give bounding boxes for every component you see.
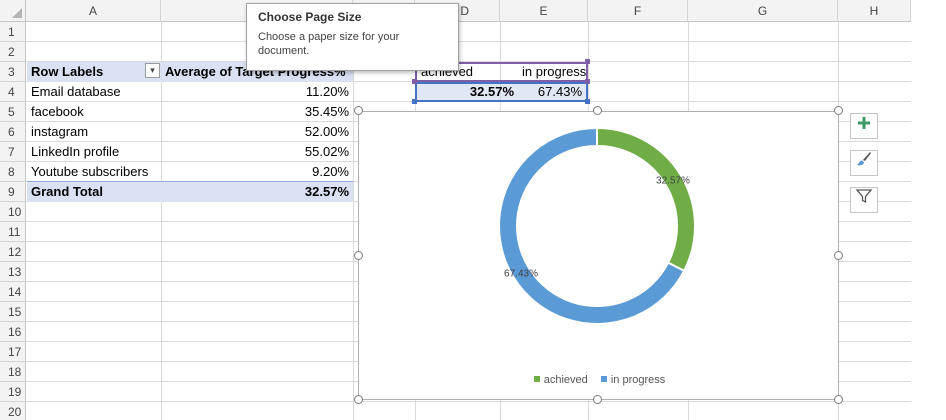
chart-resize-handle[interactable] (834, 106, 843, 115)
pivot-item-label[interactable]: Email database (27, 82, 161, 102)
chart-resize-handle[interactable] (354, 251, 363, 260)
row-header[interactable]: 1 (0, 22, 26, 42)
chart-resize-handle[interactable] (834, 251, 843, 260)
row-header[interactable]: 20 (0, 402, 26, 420)
row-header[interactable]: 19 (0, 382, 26, 402)
select-all-corner[interactable] (0, 0, 26, 22)
chart-legend[interactable]: achieved in progress (359, 374, 840, 386)
row-header[interactable]: 17 (0, 342, 26, 362)
pivot-item-value[interactable]: 9.20% (161, 162, 353, 182)
chart-resize-handle[interactable] (354, 106, 363, 115)
pivot-item-value[interactable]: 35.45% (161, 102, 353, 122)
pivot-item-label[interactable]: LinkedIn profile (27, 142, 161, 162)
row-header[interactable]: 3 (0, 62, 26, 82)
pivot-item-value[interactable]: 52.00% (161, 122, 353, 142)
column-header-f[interactable]: F (588, 0, 688, 22)
row-header[interactable]: 11 (0, 222, 26, 242)
in-progress-header-cell[interactable]: in progress (518, 62, 586, 82)
legend-entry-in-progress[interactable]: in progress (600, 374, 665, 386)
row-header[interactable]: 15 (0, 302, 26, 322)
pivot-filter-dropdown[interactable]: ▾ (145, 63, 160, 78)
page-size-tooltip: Choose Page Size Choose a paper size for… (246, 3, 459, 71)
pivot-row-labels-header[interactable]: Row Labels (27, 62, 161, 82)
tooltip-title: Choose Page Size (258, 10, 362, 24)
spreadsheet-grid[interactable]: A B C D E F G H 123456789101112131415161… (0, 0, 946, 420)
pivot-item-label[interactable]: facebook (27, 102, 161, 122)
chart-resize-handle[interactable] (354, 395, 363, 404)
funnel-icon (855, 189, 873, 204)
brush-icon (857, 152, 871, 166)
in-progress-value-cell[interactable]: 67.43% (518, 82, 586, 102)
row-header[interactable]: 10 (0, 202, 26, 222)
column-header-e[interactable]: E (500, 0, 588, 22)
tooltip-body: Choose a paper size for your document. (258, 31, 400, 57)
row-header[interactable]: 9 (0, 182, 26, 202)
data-label-in-progress[interactable]: 67.43% (504, 268, 538, 279)
row-header[interactable]: 6 (0, 122, 26, 142)
chart-resize-handle[interactable] (593, 395, 602, 404)
plus-icon (858, 117, 870, 129)
chart-resize-handle[interactable] (593, 106, 602, 115)
pivot-item-value[interactable]: 11.20% (161, 82, 353, 102)
row-header[interactable]: 12 (0, 242, 26, 262)
row-header[interactable]: 13 (0, 262, 26, 282)
doughnut-chart[interactable]: 32.57% 67.43% achieved in progress (358, 111, 839, 400)
chart-styles-button[interactable] (850, 150, 878, 176)
pivot-item-value[interactable]: 55.02% (161, 142, 353, 162)
achieved-value-cell[interactable]: 32.57% (417, 82, 518, 102)
chart-elements-button[interactable] (850, 113, 878, 139)
column-header-a[interactable]: A (26, 0, 161, 22)
chart-filters-button[interactable] (850, 187, 878, 213)
data-label-achieved[interactable]: 32.57% (656, 176, 690, 187)
row-header[interactable]: 8 (0, 162, 26, 182)
pivot-grand-total-label[interactable]: Grand Total (27, 182, 161, 202)
column-header-g[interactable]: G (688, 0, 838, 22)
row-header[interactable]: 18 (0, 362, 26, 382)
pivot-item-label[interactable]: instagram (27, 122, 161, 142)
row-header[interactable]: 5 (0, 102, 26, 122)
row-header[interactable]: 16 (0, 322, 26, 342)
column-header-h[interactable]: H (838, 0, 911, 22)
row-header[interactable]: 7 (0, 142, 26, 162)
row-header[interactable]: 2 (0, 42, 26, 62)
pivot-grand-total-value[interactable]: 32.57% (161, 182, 353, 202)
chart-resize-handle[interactable] (834, 395, 843, 404)
pivot-item-label[interactable]: Youtube subscribers (27, 162, 161, 182)
legend-entry-achieved[interactable]: achieved (533, 374, 588, 386)
doughnut-slice-achieved[interactable] (596, 126, 696, 273)
doughnut-chart-plot[interactable]: 32.57% 67.43% (359, 112, 840, 401)
row-header[interactable]: 4 (0, 82, 26, 102)
row-header[interactable]: 14 (0, 282, 26, 302)
